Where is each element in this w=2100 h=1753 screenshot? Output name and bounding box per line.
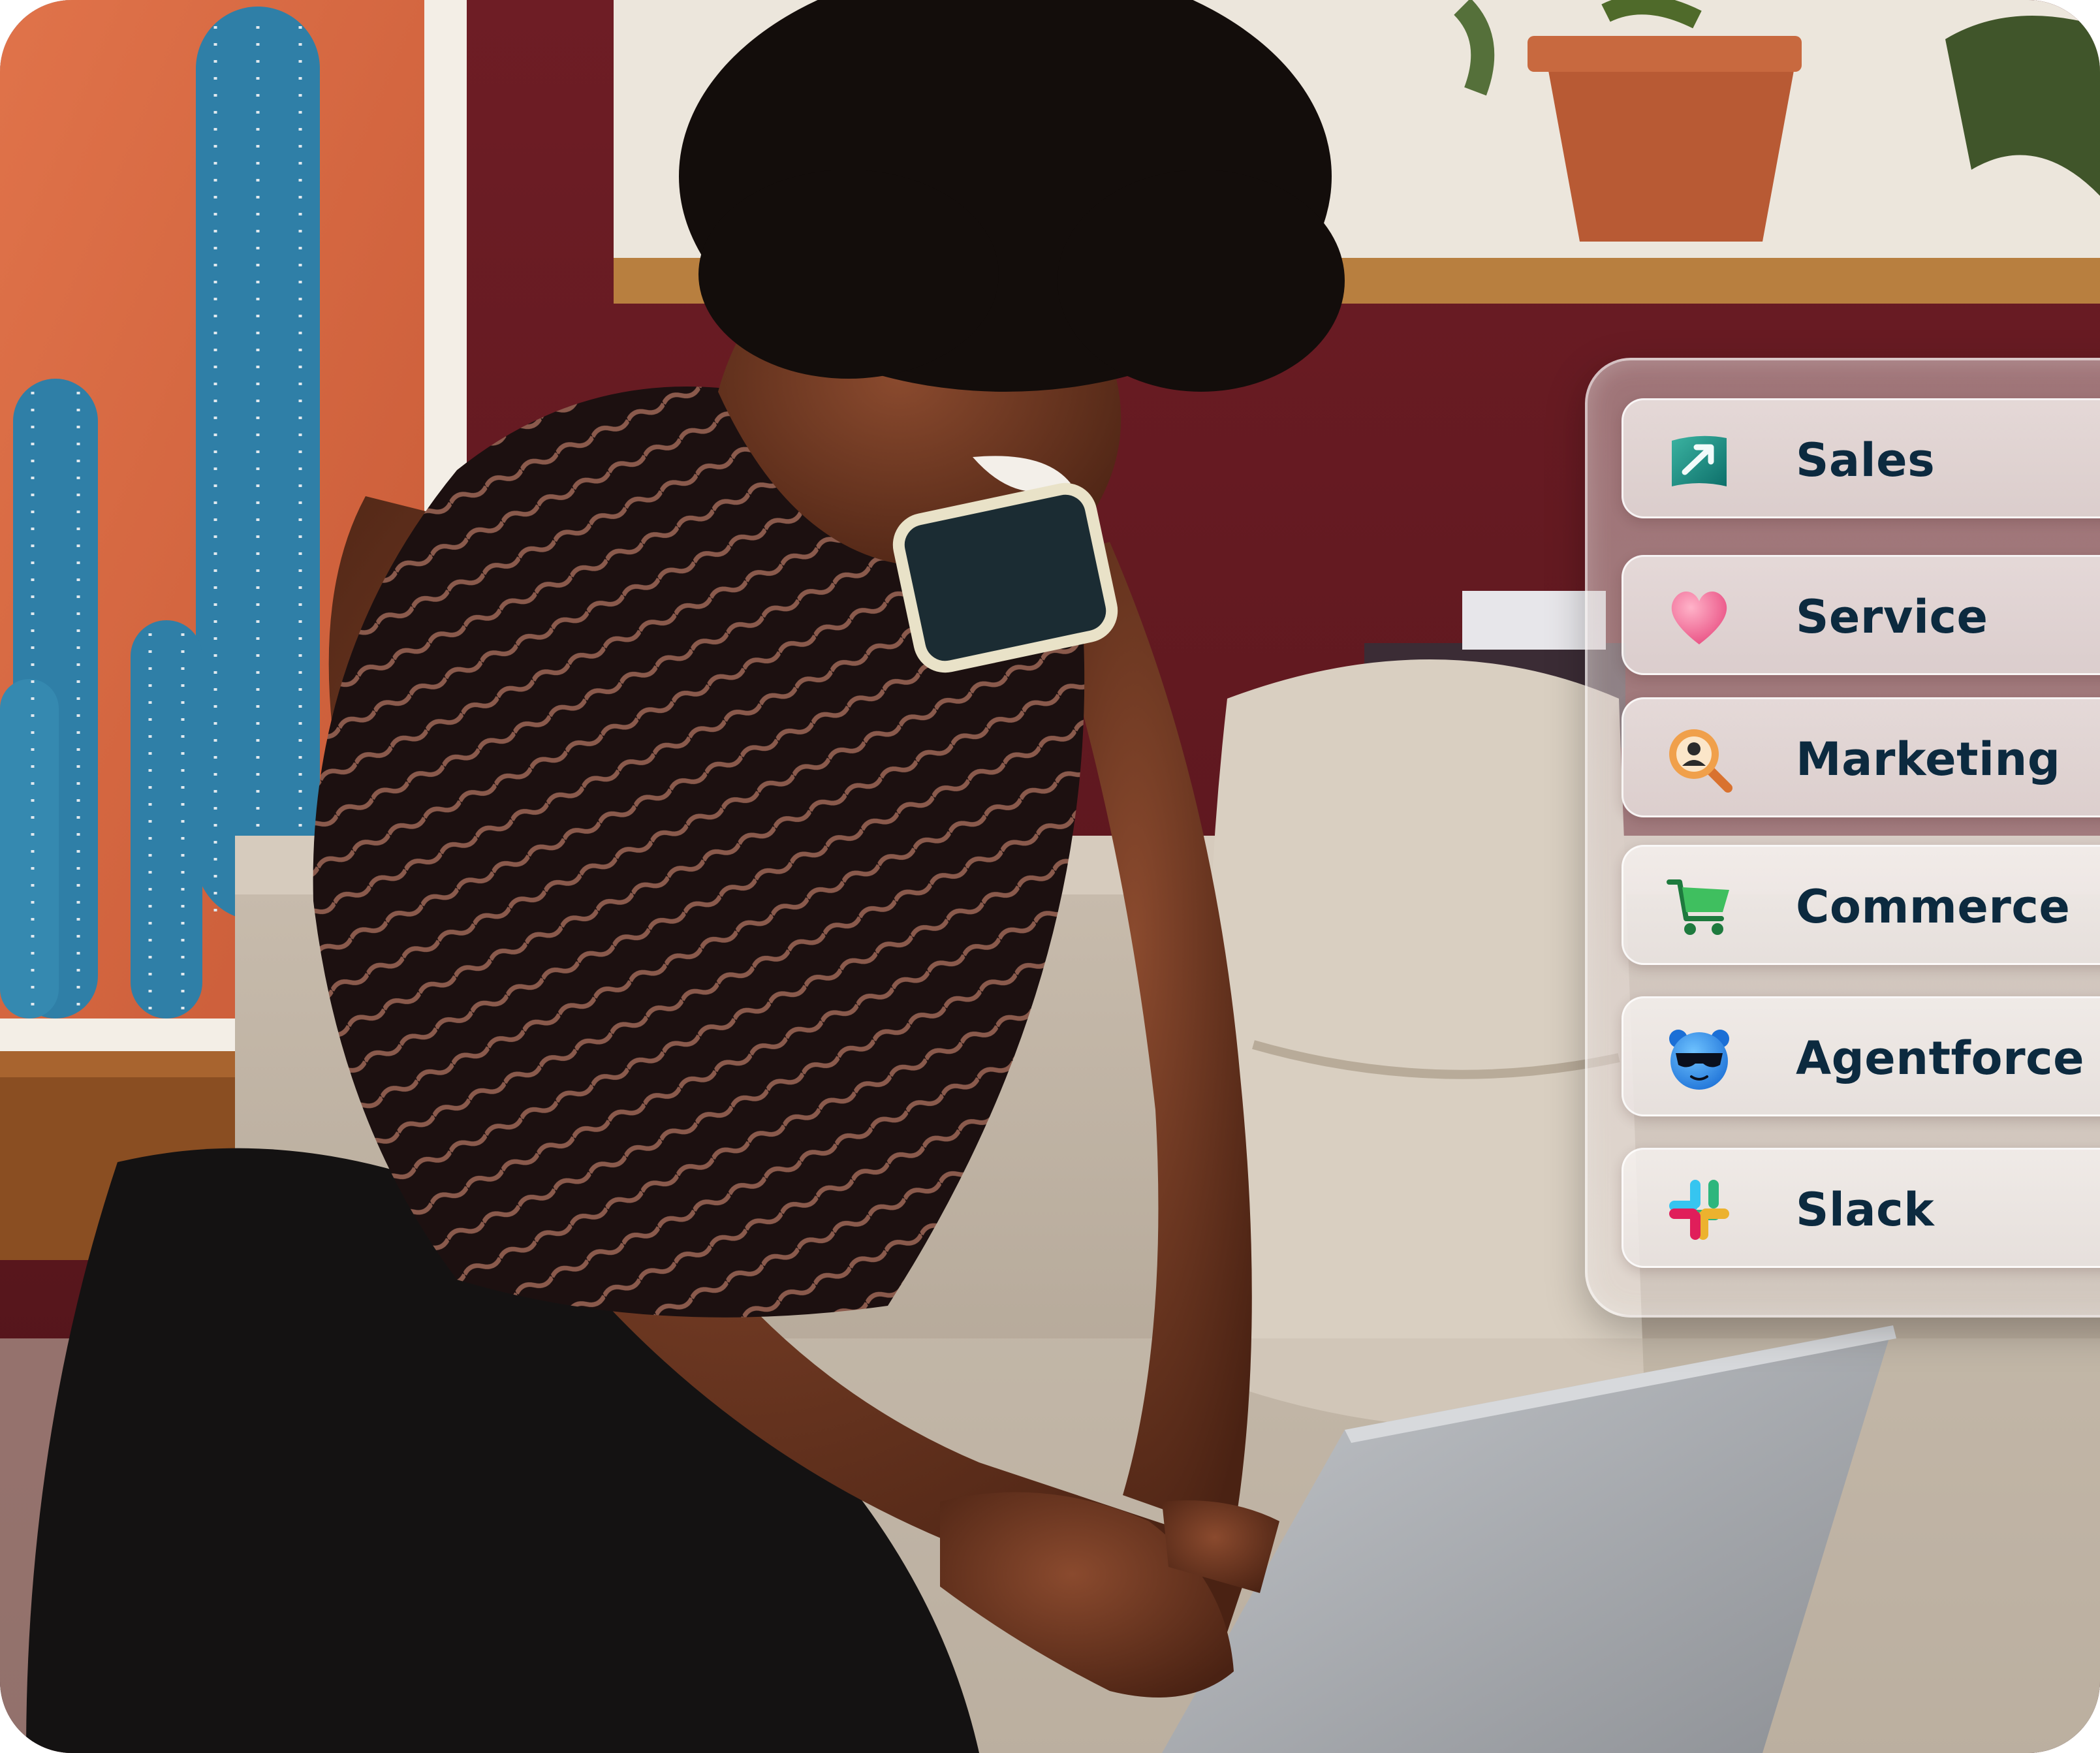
menu-item-slack[interactable]: Slack xyxy=(1622,1148,2100,1268)
menu-item-agentforce[interactable]: Agentforce xyxy=(1622,996,2100,1116)
shopping-cart-icon xyxy=(1665,873,1733,941)
slack-logo-icon xyxy=(1665,1176,1733,1244)
menu-item-label: Service xyxy=(1796,590,1988,644)
menu-item-marketing[interactable]: Marketing xyxy=(1622,697,2100,817)
product-menu-panel: Sales Service Marketing Commerce Agentfo… xyxy=(1585,358,2100,1318)
agent-mascot-icon xyxy=(1665,1024,1733,1092)
menu-item-label: Sales xyxy=(1796,434,1935,487)
hero-card: Sales Service Marketing Commerce Agentfo… xyxy=(0,0,2100,1753)
menu-item-commerce[interactable]: Commerce xyxy=(1622,845,2100,965)
menu-item-label: Commerce xyxy=(1796,880,2071,934)
menu-item-label: Slack xyxy=(1796,1183,1935,1237)
menu-item-label: Agentforce xyxy=(1796,1032,2085,1085)
sales-chart-arrow-icon xyxy=(1665,426,1733,494)
menu-item-sales[interactable]: Sales xyxy=(1622,398,2100,518)
heart-icon xyxy=(1665,583,1733,651)
menu-item-service[interactable]: Service xyxy=(1622,555,2100,675)
magnifier-person-icon xyxy=(1665,725,1733,793)
menu-item-label: Marketing xyxy=(1796,733,2061,786)
